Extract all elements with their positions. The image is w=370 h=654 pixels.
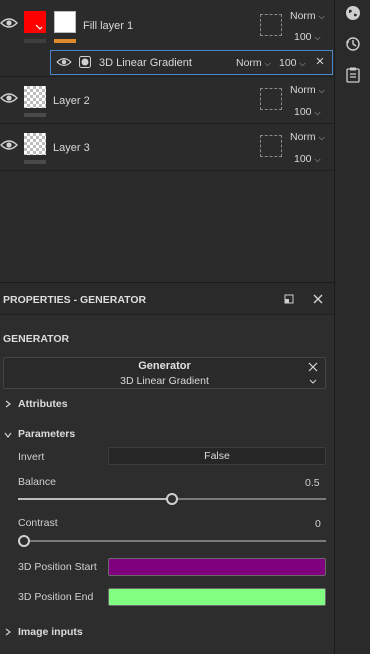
invert-label: Invert [18,451,45,463]
section-title: GENERATOR [3,333,70,345]
eye-icon[interactable] [56,56,74,70]
contrast-slider-handle[interactable] [18,535,30,547]
chevron-right-icon[interactable] [4,627,12,636]
opacity-value: 100 [294,153,312,165]
chevron-down-icon: ⌵ [318,133,325,142]
blend-mode-dropdown[interactable]: Norm ⌵ [290,10,325,22]
layer-mask-placeholder[interactable] [260,88,282,110]
layer-row-layer-2[interactable]: Layer 2 Norm ⌵ 100 ⌵ [0,77,334,124]
layers-empty-area [0,171,334,282]
properties-panel: PROPERTIES - GENERATOR GENERATOR Generat… [0,282,334,654]
opacity-value: 100 [279,57,297,69]
position-end-label: 3D Position End [18,591,94,603]
fill-color-thumbnail[interactable] [24,11,46,33]
generator-label: Generator [138,360,191,372]
blend-mode-value: Norm [290,131,316,143]
effect-name: 3D Linear Gradient [99,57,192,69]
contrast-value: 0 [315,518,321,530]
balance-slider-fill [18,498,172,500]
chevron-down-icon: ⌵ [299,59,306,68]
properties-header: PROPERTIES - GENERATOR [0,283,334,315]
balance-value: 0.5 [305,477,320,489]
chevron-down-icon: ⌵ [318,86,325,95]
eye-icon[interactable] [0,91,18,105]
opacity-dropdown[interactable]: 100 ⌵ [294,153,321,165]
chevron-down-icon: ⌵ [314,108,321,117]
close-icon[interactable] [311,292,325,306]
layer-name[interactable]: Layer 2 [53,95,90,107]
opacity-value: 100 [294,106,312,118]
layer-mask-placeholder[interactable] [260,135,282,157]
chevron-down-icon[interactable] [308,377,318,385]
layer-name[interactable]: Layer 3 [53,142,90,154]
parameters-header[interactable]: Parameters [18,428,75,440]
eye-icon[interactable] [0,138,18,152]
eye-icon[interactable] [0,16,18,30]
balance-label: Balance [18,476,56,488]
layer-row-fill-layer-1[interactable]: Fill layer 1 Norm ⌵ 100 ⌵ 3D Linear Gradie… [0,0,334,77]
blend-mode-dropdown[interactable]: Norm ⌵ [290,84,325,96]
contrast-label: Contrast [18,517,58,529]
clipboard-icon[interactable] [343,65,363,85]
effect-opacity-dropdown[interactable]: 100 ⌵ [279,57,306,69]
close-icon[interactable] [315,56,325,66]
layer-row-layer-3[interactable]: Layer 3 Norm ⌵ 100 ⌵ [0,124,334,171]
opacity-value: 100 [294,31,312,43]
chevron-right-icon[interactable] [4,399,12,408]
chevron-down-icon: ⌵ [314,155,321,164]
layers-panel: Fill layer 1 Norm ⌵ 100 ⌵ 3D Linear Gradie… [0,0,334,282]
properties-title: PROPERTIES - GENERATOR [3,294,147,306]
layer-thumbnail[interactable] [24,86,46,108]
image-inputs-header[interactable]: Image inputs [18,626,83,638]
blend-mode-dropdown[interactable]: Norm ⌵ [290,131,325,143]
globe-icon[interactable] [343,3,363,23]
generator-value: 3D Linear Gradient [120,375,209,387]
effect-blend-dropdown[interactable]: Norm ⌵ [236,57,271,69]
main-panel: Fill layer 1 Norm ⌵ 100 ⌵ 3D Linear Gradie… [0,0,334,654]
contrast-slider-track[interactable] [18,540,326,542]
right-toolbar [334,0,370,654]
effect-row-3d-linear-gradient[interactable]: 3D Linear Gradient Norm ⌵ 100 ⌵ [50,50,333,75]
thumbnail-underline [24,160,46,164]
chevron-down-icon[interactable] [4,430,12,438]
float-panel-icon[interactable] [282,292,296,306]
layer-name[interactable]: Fill layer 1 [83,20,133,32]
blend-mode-value: Norm [290,10,316,22]
mask-active-indicator [54,39,76,43]
layer-mask-placeholder[interactable] [260,14,282,36]
thumbnail-underline [24,113,46,117]
generator-selector[interactable]: Generator 3D Linear Gradient [3,357,326,389]
position-start-label: 3D Position Start [18,561,97,573]
mask-thumbnail[interactable] [54,11,76,33]
opacity-dropdown[interactable]: 100 ⌵ [294,31,321,43]
attributes-header[interactable]: Attributes [18,398,68,410]
generator-icon [79,56,91,68]
balance-slider-handle[interactable] [166,493,178,505]
position-start-color-swatch[interactable] [108,558,326,576]
chevron-down-icon: ⌵ [318,12,325,21]
blend-mode-value: Norm [290,84,316,96]
thumbnail-underline [24,39,46,43]
chevron-down-icon: ⌵ [314,33,321,42]
history-icon[interactable] [343,34,363,54]
invert-toggle[interactable]: False [108,447,326,465]
layer-thumbnail[interactable] [24,133,46,155]
close-icon[interactable] [308,362,318,372]
chevron-down-icon: ⌵ [264,59,271,68]
blend-mode-value: Norm [236,57,262,69]
position-end-color-swatch[interactable] [108,588,326,606]
opacity-dropdown[interactable]: 100 ⌵ [294,106,321,118]
